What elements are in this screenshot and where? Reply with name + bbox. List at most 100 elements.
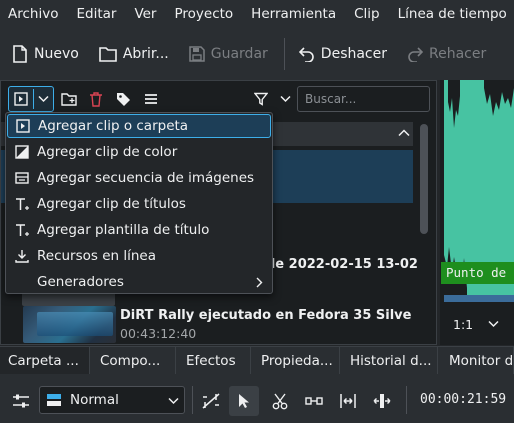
chevron-right-icon [256,277,263,288]
filter-button[interactable] [250,86,272,112]
download-icon [15,250,29,263]
spacer-icon [305,397,323,405]
menu-item-image-sequence[interactable]: Agregar secuencia de imágenes [7,166,271,190]
chevron-down-icon [279,95,291,103]
menu-editar[interactable]: Editar [68,6,126,22]
marker-label: Punto de [441,262,514,284]
redo-icon [408,47,424,62]
toolbar-separator [192,386,193,414]
menu-item-label: Agregar secuencia de imágenes [37,170,255,186]
clip-thumbnail-frame [37,312,113,336]
new-document-icon [13,45,27,63]
hamburger-menu-icon [145,94,157,104]
new-label: Nuevo [34,46,79,62]
title-clip-icon [16,198,29,210]
ripple-tool-button[interactable] [335,388,361,414]
chevron-up-icon[interactable] [398,129,410,137]
menu-proyecto[interactable]: Proyecto [166,6,243,22]
tab-carpeta[interactable]: Carpeta ... [0,347,90,375]
tab-monitor[interactable]: Monitor de [441,347,514,375]
track-settings-button[interactable] [10,388,32,414]
redo-label: Rehacer [429,46,487,62]
chevron-down-icon [168,397,179,405]
menu-item-add-clip-folder[interactable]: Agregar clip o carpeta [7,114,271,138]
save-label: Guardar [210,46,268,62]
menu-bar: Archivo Editar Ver Proyecto Herramienta … [0,0,514,28]
menu-item-title-clip[interactable]: Agregar clip de títulos [7,192,271,216]
menu-herramienta[interactable]: Herramienta [243,6,346,22]
menu-item-label: Recursos en línea [37,248,157,264]
menu-item-label: Agregar plantilla de título [37,222,210,238]
tab-efectos[interactable]: Efectos [178,347,251,375]
bin-menu-button[interactable] [140,86,162,112]
undo-button[interactable]: Deshacer [298,46,388,62]
menu-item-label: Generadores [37,274,124,290]
save-icon [189,46,205,62]
tab-propiedades[interactable]: Propieda... [253,347,340,375]
menu-item-title-template[interactable]: Agregar plantilla de título [7,218,271,242]
open-button[interactable]: Abrir... [99,46,169,62]
tag-button[interactable] [112,86,134,112]
filter-dropdown-button[interactable] [276,86,294,112]
save-button[interactable]: Guardar [189,46,268,62]
trash-icon [90,91,102,107]
spacer-tool-button[interactable] [301,388,327,414]
tag-icon [116,92,130,106]
tab-composicion[interactable]: Compo... [92,347,176,375]
sliders-icon [13,394,29,408]
menu-item-label: Agregar clip de color [37,144,178,160]
expand-arrow[interactable] [7,301,23,317]
clip-name: DiRT Rally ejecutado en Fedora 35 Silver… [120,308,412,323]
cursor-arrow-icon [239,394,249,408]
timeline-timecode[interactable]: 00:00:21:59 [420,392,506,407]
main-toolbar: Nuevo Abrir... Guardar Deshacer Rehacer [0,28,514,80]
undo-label: Deshacer [320,46,388,62]
mode-label: Normal [70,392,119,408]
open-label: Abrir... [122,46,169,62]
menu-clip[interactable]: Clip [346,6,390,22]
dock-tabs: Carpeta ... Compo... Efectos Propieda...… [0,346,514,375]
new-folder-button[interactable] [58,86,80,112]
monitor-ruler[interactable] [444,295,514,302]
color-clip-icon [15,145,29,159]
toolbar-separator [283,38,285,70]
menu-linea-de-tiempo[interactable]: Línea de tiempo [390,6,514,22]
menu-item-generators[interactable]: Generadores [7,270,271,294]
add-clip-button[interactable] [8,86,54,112]
slip-tool-button[interactable] [369,388,395,414]
clip-duration: 00:43:12:40 [120,326,197,341]
chevron-down-icon[interactable] [38,95,49,103]
menu-item-online-resources[interactable]: Recursos en línea [7,244,271,268]
title-template-icon [16,224,29,236]
zoom-select[interactable]: 1:1 [446,310,508,338]
menu-ver[interactable]: Ver [126,6,166,22]
undo-icon [298,47,314,62]
redo-button[interactable]: Rehacer [407,46,486,62]
folder-open-icon [99,47,117,62]
bin-scrollbar[interactable] [418,124,430,342]
slip-icon [373,394,391,408]
selection-tool-button[interactable] [229,386,259,416]
new-button[interactable]: Nuevo [12,45,79,63]
menu-item-label: Agregar clip o carpeta [38,118,189,134]
edit-mode-select[interactable]: Normal [39,386,185,414]
filter-icon [254,92,268,106]
snap-icon [202,393,220,409]
razor-tool-button[interactable] [267,388,293,414]
clip-thumbnail-strip [22,292,115,306]
scrollbar-thumb[interactable] [420,124,428,234]
split-divider [33,89,34,109]
chevron-down-icon [488,320,499,328]
image-sequence-icon [15,172,29,184]
menu-archivo[interactable]: Archivo [0,6,68,22]
zoom-value: 1:1 [453,316,474,332]
delete-clip-button[interactable] [85,86,107,112]
tab-historial[interactable]: Historial d... [342,347,438,375]
snap-button[interactable] [199,388,223,414]
menu-item-color-clip[interactable]: Agregar clip de color [7,140,271,164]
folder-add-icon [61,93,77,106]
add-clip-menu: Agregar clip o carpeta Agregar clip de c… [5,112,273,294]
toolbar-separator [406,386,407,414]
add-clip-icon [16,119,30,133]
search-input[interactable]: Buscar... [297,86,430,112]
